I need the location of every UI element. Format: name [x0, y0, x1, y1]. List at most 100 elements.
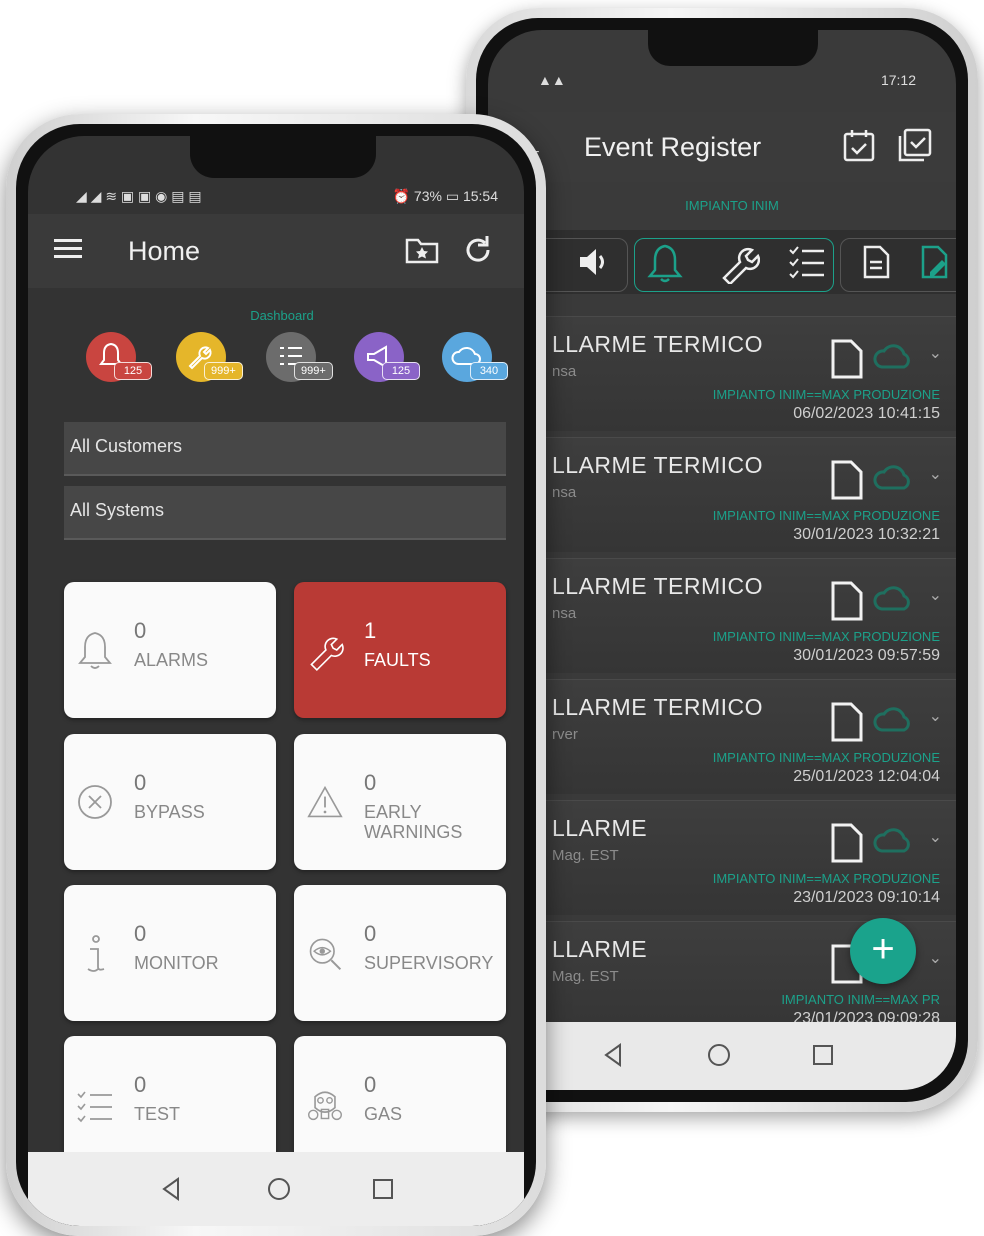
event-row[interactable]: LLARME TERMICO nsa ⌄ IMPIANTO INIM==MAX … — [488, 437, 956, 552]
status-time: 17:12 — [880, 72, 916, 88]
cloud-off-icon — [873, 828, 910, 853]
event-register-screen: ▲▲ 17:12 ← Event Register IMPIANTO — [488, 30, 956, 1090]
status-icons: ◢ ◢ ≋ ▣ ▣ ◉ ▤ ▤ — [76, 188, 202, 204]
document-icon[interactable] — [830, 339, 864, 379]
event-zone: Mag. EST — [552, 847, 619, 864]
bypass-tile[interactable]: 0 BYPASS — [64, 734, 276, 870]
monitor-count: 0 — [134, 921, 147, 946]
event-zone: nsa — [552, 363, 577, 380]
event-title: LLARME — [552, 815, 648, 841]
faults-count: 1 — [364, 618, 377, 643]
fault-count-badge: 999+ — [204, 362, 243, 380]
event-date: 25/01/2023 12:04:04 — [793, 768, 940, 785]
add-button[interactable]: + — [850, 918, 916, 984]
event-row[interactable]: LLARME TERMICO nsa ⌄ IMPIANTO INIM==MAX … — [488, 316, 956, 431]
android-nav-bar — [28, 1152, 524, 1226]
event-date: 30/01/2023 09:57:59 — [793, 647, 940, 664]
warning-icon — [307, 785, 343, 818]
checklist-icon — [77, 1091, 112, 1123]
event-title: LLARME TERMICO — [552, 694, 764, 720]
event-row[interactable]: LLARME TERMICO rver ⌄ IMPIANTO INIM==MAX… — [488, 679, 956, 794]
cloud-off-icon — [873, 344, 910, 369]
supervisory-tile[interactable]: 0 SUPERVISORY — [294, 885, 506, 1021]
customers-filter[interactable]: All Customers — [64, 422, 506, 476]
test-label: TEST — [134, 1104, 181, 1124]
nav-home-icon[interactable] — [704, 1040, 734, 1070]
app-header: Home — [28, 214, 524, 288]
speaker-icon[interactable] — [576, 244, 612, 280]
document-icon[interactable] — [830, 823, 864, 863]
nav-recents-icon[interactable] — [368, 1174, 398, 1204]
nav-recents-icon[interactable] — [808, 1040, 838, 1070]
checkbox-stack-icon[interactable] — [896, 126, 934, 164]
document-icon[interactable] — [858, 244, 894, 280]
chevron-down-icon[interactable]: ⌄ — [929, 706, 942, 726]
hamburger-menu-icon[interactable] — [54, 238, 82, 260]
test-count-badge: 999+ — [294, 362, 333, 380]
faults-tile[interactable]: 1 FAULTS — [294, 582, 506, 718]
phone-bezel: ◢ ◢ ≋ ▣ ▣ ◉ ▤ ▤ ⏰ 73% ▭ 15:54 Home Dashb… — [16, 124, 536, 1226]
document-icon[interactable] — [830, 460, 864, 500]
event-title: LLARME — [552, 936, 648, 962]
event-plant: IMPIANTO INIM==MAX PRODUZIONE — [712, 629, 940, 644]
wrench-icon[interactable] — [718, 242, 760, 284]
home-screen: ◢ ◢ ≋ ▣ ▣ ◉ ▤ ▤ ⏰ 73% ▭ 15:54 Home Dashb… — [28, 136, 524, 1226]
chevron-down-icon[interactable]: ⌄ — [929, 585, 942, 605]
test-count: 0 — [134, 1072, 147, 1097]
checklist-icon[interactable] — [786, 242, 828, 284]
monitor-tile[interactable]: 0 MONITOR — [64, 885, 276, 1021]
nav-home-icon[interactable] — [264, 1174, 294, 1204]
event-row[interactable]: LLARME Mag. EST ⌄ IMPIANTO INIM==MAX PRO… — [488, 800, 956, 915]
supervisory-label: SUPERVISORY — [364, 953, 494, 973]
refresh-icon[interactable] — [460, 232, 496, 268]
alarms-tile[interactable]: 0 ALARMS — [64, 582, 276, 718]
document-edit-icon[interactable] — [916, 244, 952, 280]
supervisory-count-badge: 125 — [382, 362, 420, 380]
early-warnings-tile[interactable]: 0 EARLY WARNINGS — [294, 734, 506, 870]
event-zone: Mag. EST — [552, 968, 619, 985]
phone-notch — [648, 30, 818, 66]
circle-x-icon — [78, 785, 112, 819]
document-icon[interactable] — [830, 581, 864, 621]
faults-label: FAULTS — [364, 650, 431, 670]
dashboard-label: Dashboard — [250, 308, 314, 323]
info-icon — [87, 935, 105, 972]
bell-icon[interactable] — [646, 242, 684, 284]
bypass-count: 0 — [134, 770, 147, 795]
cloud-off-icon — [873, 465, 910, 490]
event-filter-tabs — [488, 230, 956, 294]
event-plant: IMPIANTO INIM==MAX PRODUZIONE — [712, 387, 940, 402]
event-row[interactable]: LLARME TERMICO nsa ⌄ IMPIANTO INIM==MAX … — [488, 558, 956, 673]
phone-bezel: ▲▲ 17:12 ← Event Register IMPIANTO — [476, 18, 968, 1102]
chevron-down-icon[interactable]: ⌄ — [929, 343, 942, 363]
gas-mask-icon — [307, 1091, 343, 1121]
supervisory-count: 0 — [364, 921, 377, 946]
status-bar: ◢ ◢ ≋ ▣ ▣ ◉ ▤ ▤ ⏰ 73% ▭ 15:54 — [28, 186, 524, 210]
status-battery-time: ⏰ 73% ▭ 15:54 — [392, 188, 498, 204]
early-warnings-label: EARLY WARNINGS — [364, 802, 463, 842]
wrench-icon — [310, 637, 344, 672]
nav-back-icon[interactable] — [598, 1040, 628, 1070]
nav-back-icon[interactable] — [156, 1174, 186, 1204]
alarms-count: 0 — [134, 618, 147, 643]
chevron-down-icon[interactable]: ⌄ — [929, 464, 942, 484]
calendar-check-icon[interactable] — [840, 126, 878, 164]
event-zone: nsa — [552, 484, 577, 501]
chevron-down-icon[interactable]: ⌄ — [929, 948, 942, 968]
early-warnings-count: 0 — [364, 770, 377, 795]
folder-star-icon[interactable] — [404, 232, 440, 268]
event-plant: IMPIANTO INIM==MAX PRODUZIONE — [712, 508, 940, 523]
event-title: LLARME TERMICO — [552, 331, 764, 357]
phone-notch — [190, 136, 376, 178]
chevron-down-icon[interactable]: ⌄ — [929, 827, 942, 847]
event-date: 30/01/2023 10:32:21 — [793, 526, 940, 543]
alarm-count-badge: 125 — [114, 362, 152, 380]
document-icon[interactable] — [830, 702, 864, 742]
alarms-label: ALARMS — [134, 650, 209, 670]
page-title: Home — [128, 236, 201, 266]
event-plant: IMPIANTO INIM==MAX PRODUZIONE — [712, 871, 940, 886]
app-header: ← Event Register — [488, 112, 956, 182]
eye-search-icon — [309, 938, 342, 970]
plant-subtitle: IMPIANTO INIM — [685, 198, 779, 213]
systems-filter[interactable]: All Systems — [64, 486, 506, 540]
